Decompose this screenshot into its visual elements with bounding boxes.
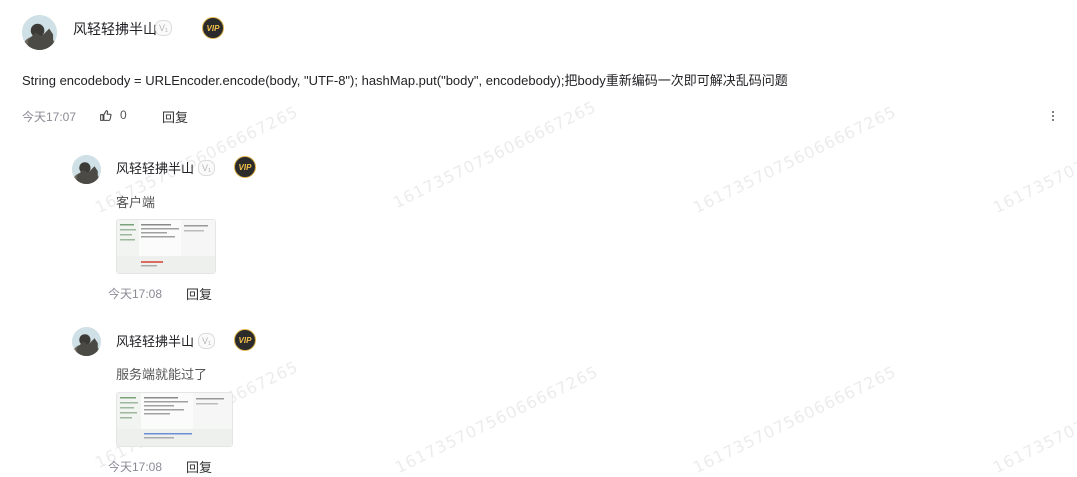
avatar[interactable] <box>72 155 101 184</box>
watermark-6: 16173570756066667265 <box>392 361 602 477</box>
vip-badge-icon: VIP <box>234 156 256 178</box>
thumbs-up-icon <box>100 109 112 121</box>
level-badge-icon: V₁ <box>198 160 216 176</box>
author-name[interactable]: 风轻轻拂半山 <box>116 331 194 350</box>
level-badge-icon: V₁ <box>198 333 216 349</box>
reply-text: 客户端 <box>116 195 156 210</box>
reply-button[interactable]: 回复 <box>162 107 188 126</box>
author-name[interactable]: 风轻轻拂半山 <box>73 19 157 39</box>
reply-time: 今天17:08 <box>108 287 163 301</box>
vip-badge-icon: VIP <box>202 17 224 39</box>
level-badge-icon: V₁ <box>155 20 173 36</box>
vip-badge-icon: VIP <box>234 329 256 351</box>
watermark-3: 16173570756066667265 <box>690 101 900 218</box>
reply-button[interactable]: 回复 <box>186 284 212 303</box>
like-button[interactable]: 0 <box>99 108 127 122</box>
watermark-7: 16173570756066667265 <box>690 361 900 477</box>
author-name[interactable]: 风轻轻拂半山 <box>116 158 194 177</box>
watermark-2: 16173570756066667265 <box>390 96 600 213</box>
vertical-ellipsis-icon[interactable] <box>1050 109 1056 123</box>
avatar[interactable] <box>72 327 101 356</box>
watermark-8: 16173570756066667265 <box>990 361 1077 477</box>
reply-button[interactable]: 回复 <box>186 457 212 476</box>
reply-text: 服务端就能过了 <box>116 367 208 382</box>
like-count: 0 <box>120 108 127 122</box>
avatar[interactable] <box>22 15 57 50</box>
comment-text: String encodebody = URLEncoder.encode(bo… <box>22 73 788 88</box>
comment-time: 今天17:07 <box>22 110 77 124</box>
attached-screenshot[interactable] <box>116 392 233 447</box>
reply-time: 今天17:08 <box>108 460 163 474</box>
watermark-4: 16173570756066667265 <box>990 101 1077 218</box>
attached-screenshot[interactable] <box>116 219 216 274</box>
